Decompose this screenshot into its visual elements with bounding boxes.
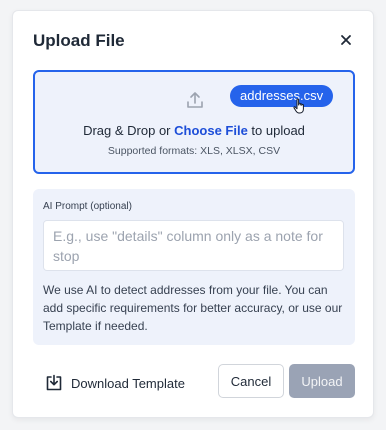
dragged-file-chip[interactable]: addresses.csv [230,85,334,107]
dropzone-instructions: Drag & Drop or Choose File to upload [35,123,353,138]
ai-prompt-help-text: We use AI to detect addresses from your … [43,283,343,333]
file-dropzone[interactable]: addresses.csv Drag & Drop or Choose File… [33,70,355,174]
dropzone-text-before: Drag & Drop or [83,123,175,138]
dialog-title: Upload File [33,31,125,50]
download-template-button[interactable]: Download Template [45,372,185,394]
upload-icon [187,92,203,108]
close-icon[interactable] [339,33,353,47]
ai-prompt-label: AI Prompt (optional) [43,201,132,212]
choose-file-link[interactable]: Choose File [174,123,248,138]
download-template-label: Download Template [71,375,185,391]
supported-formats: Supported formats: XLS, XLSX, CSV [107,145,281,157]
ai-prompt-input[interactable] [43,220,344,271]
upload-file-dialog: Upload File addresses.csv Drag & Drop or… [12,10,374,418]
ai-prompt-panel: AI Prompt (optional) We use AI to detect… [33,189,355,345]
cancel-button[interactable]: Cancel [218,364,284,398]
download-icon [46,374,62,391]
dropzone-text-after: to upload [247,123,305,138]
upload-button[interactable]: Upload [289,364,355,398]
hand-pointer-icon [293,98,304,114]
